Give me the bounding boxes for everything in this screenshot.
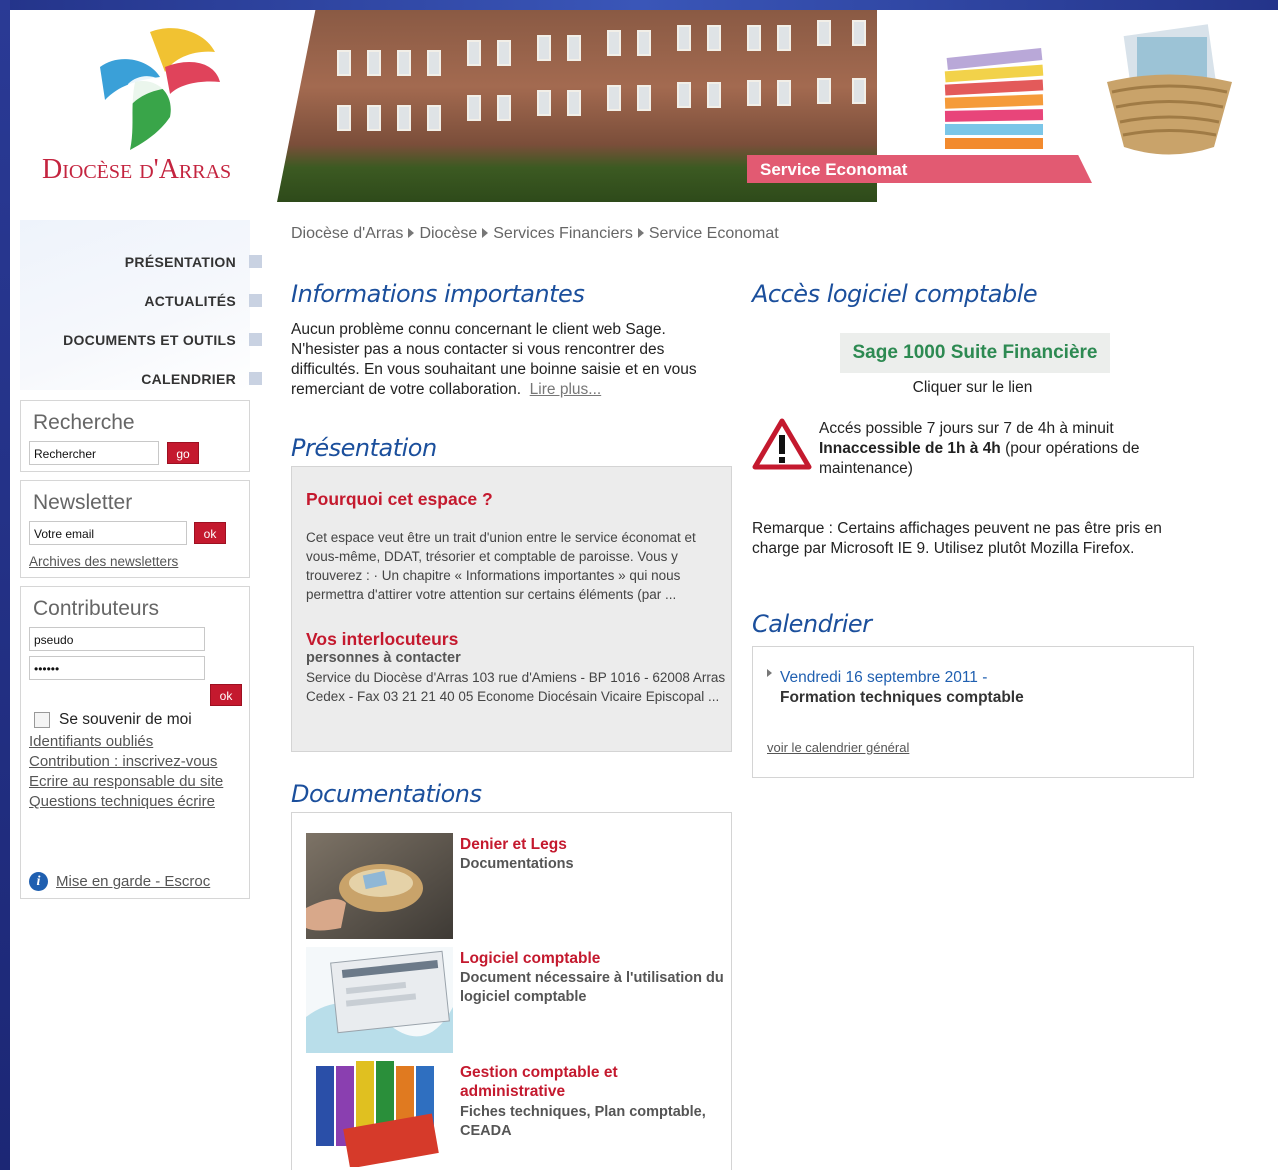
newsletter-box: Newsletter Votre email ok Archives des n… xyxy=(20,480,250,578)
newsletter-archives-link[interactable]: Archives des newsletters xyxy=(29,554,178,569)
software-screenshot-image xyxy=(306,947,453,1053)
nav-bullet-icon xyxy=(249,255,262,268)
info-heading: Informations importantes xyxy=(291,280,585,308)
breadcrumb-current: Service Economat xyxy=(648,225,779,242)
event-date-link[interactable]: Vendredi 16 septembre 2011 - xyxy=(780,669,987,687)
nav-bullet-icon xyxy=(249,294,262,307)
doc-title[interactable]: Logiciel comptable xyxy=(460,949,720,968)
search-title: Recherche xyxy=(33,411,135,434)
doc-title[interactable]: Gestion comptable et administrative xyxy=(460,1063,720,1101)
contributors-box: Contributeurs pseudo •••••• ok Se souven… xyxy=(20,586,250,899)
contacts-subtitle: personnes à contacter xyxy=(306,650,461,666)
contact-admin-link[interactable]: Ecrire au responsable du site xyxy=(29,772,244,792)
doc-description: Documentations xyxy=(460,856,574,872)
scam-warning-link[interactable]: Mise en garde - Escroc xyxy=(56,873,210,890)
nav-item-presentation[interactable]: PRÉSENTATION xyxy=(20,242,262,281)
newsletter-title: Newsletter xyxy=(33,491,133,514)
full-calendar-link[interactable]: voir le calendrier général xyxy=(767,740,909,755)
binders-image xyxy=(306,1061,453,1167)
presentation-heading: Présentation xyxy=(291,434,437,462)
register-link[interactable]: Contribution : inscrivez-vous xyxy=(29,752,244,772)
doc-item[interactable]: Denier et Legs Documentations xyxy=(306,833,726,941)
nav-bullet-icon xyxy=(249,372,262,385)
scam-warning: i Mise en garde - Escroc xyxy=(29,872,210,891)
nav-item-documents[interactable]: DOCUMENTS ET OUTILS xyxy=(20,320,262,359)
nav-item-calendrier[interactable]: CALENDRIER xyxy=(20,359,262,398)
breadcrumb: Diocèse d'Arras Diocèse Services Financier… xyxy=(291,225,779,243)
calendar-heading: Calendrier xyxy=(752,610,872,638)
docs-box: Denier et Legs Documentations Logiciel c… xyxy=(291,812,732,1170)
technical-questions-link[interactable]: Questions techniques écrire xyxy=(29,792,244,812)
header-banner: Service Economat xyxy=(277,10,1278,202)
remember-checkbox[interactable] xyxy=(34,712,50,728)
info-icon: i xyxy=(29,872,48,891)
main-nav: PRÉSENTATION ACTUALITÉS DOCUMENTS ET OUT… xyxy=(20,242,262,398)
password-input[interactable]: •••••• xyxy=(29,656,205,680)
breadcrumb-arrow-icon xyxy=(637,228,644,239)
read-more-link[interactable]: Lire plus... xyxy=(530,381,602,398)
contacts-title[interactable]: Vos interlocuteurs xyxy=(306,629,458,650)
pseudo-input[interactable]: pseudo xyxy=(29,627,205,651)
warning-icon xyxy=(752,418,812,470)
newsletter-ok-button[interactable]: ok xyxy=(194,522,226,544)
logo-text: Diocèse d'Arras xyxy=(42,154,232,185)
why-title[interactable]: Pourquoi cet espace ? xyxy=(306,489,493,510)
contacts-text: Service du Diocèse d'Arras 103 rue d'Ami… xyxy=(306,670,726,704)
contributors-title: Contributeurs xyxy=(33,597,160,620)
doc-item[interactable]: Logiciel comptable Document nécessaire à… xyxy=(306,947,726,1055)
forgot-credentials-link[interactable]: Identifiants oubliés xyxy=(29,732,244,752)
search-box: Recherche Rechercher go xyxy=(20,400,250,472)
doc-title[interactable]: Denier et Legs xyxy=(460,835,720,854)
search-go-button[interactable]: go xyxy=(167,442,199,464)
browser-remark: Remarque : Certains affichages peuvent n… xyxy=(752,520,1162,557)
search-input[interactable]: Rechercher xyxy=(29,441,159,465)
login-ok-button[interactable]: ok xyxy=(210,684,242,706)
breadcrumb-item[interactable]: Services Financiers xyxy=(493,225,633,242)
access-heading: Accès logiciel comptable xyxy=(752,280,1038,308)
newsletter-email-input[interactable]: Votre email xyxy=(29,521,187,545)
event-title: Formation techniques comptable xyxy=(780,689,1024,706)
doc-description: Document nécessaire à l'utilisation du l… xyxy=(460,970,724,1005)
site-logo[interactable]: Diocèse d'Arras xyxy=(40,22,255,192)
sage-link-button[interactable]: Sage 1000 Suite Financière xyxy=(840,333,1110,373)
breadcrumb-item[interactable]: Diocèse d'Arras xyxy=(291,225,403,242)
banner-title: Service Economat xyxy=(760,160,908,179)
docs-heading: Documentations xyxy=(291,780,482,808)
contributor-links: Identifiants oubliés Contribution : insc… xyxy=(29,732,244,812)
dove-logo-icon xyxy=(100,28,220,150)
breadcrumb-arrow-icon xyxy=(408,228,415,239)
breadcrumb-item[interactable]: Diocèse xyxy=(419,225,477,242)
nav-bullet-icon xyxy=(249,333,262,346)
presentation-box: Pourquoi cet espace ? Cet espace veut êt… xyxy=(291,466,732,752)
event-arrow-icon xyxy=(767,669,772,677)
offering-basket-image xyxy=(306,833,453,939)
click-link-text: Cliquer sur le lien xyxy=(912,379,1033,396)
calendar-box: Vendredi 16 septembre 2011 - Formation t… xyxy=(752,646,1194,778)
breadcrumb-arrow-icon xyxy=(482,228,489,239)
info-text: Aucun problème connu concernant le clien… xyxy=(291,321,697,398)
why-text: Cet espace veut être un trait d'union en… xyxy=(306,530,696,602)
folders-image xyxy=(944,48,1044,149)
money-basket-image xyxy=(1107,24,1232,155)
remember-me: Se souvenir de moi xyxy=(34,711,192,729)
window-frame-top xyxy=(0,0,1278,10)
access-hours: Accés possible 7 jours sur 7 de 4h à min… xyxy=(819,420,1140,477)
window-frame-left xyxy=(0,0,10,1170)
nav-item-actualites[interactable]: ACTUALITÉS xyxy=(20,281,262,320)
doc-item[interactable]: Gestion comptable et administrative Fich… xyxy=(306,1061,726,1169)
doc-description: Fiches techniques, Plan comptable, CEADA xyxy=(460,1104,706,1139)
